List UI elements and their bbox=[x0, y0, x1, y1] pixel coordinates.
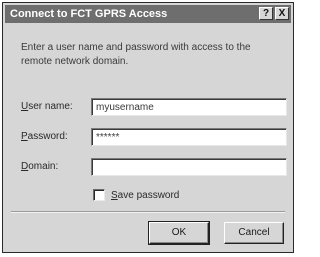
save-password-accesskey: S bbox=[111, 189, 118, 201]
cancel-button[interactable]: Cancel bbox=[224, 222, 284, 244]
intro-text: Enter a user name and password with acce… bbox=[21, 42, 251, 67]
save-password-checkbox[interactable] bbox=[93, 189, 105, 201]
password-label-accesskey: P bbox=[21, 131, 28, 142]
domain-label: Domain: bbox=[21, 161, 58, 172]
window-title: Connect to FCT GPRS Access bbox=[10, 8, 168, 20]
title-bar[interactable]: Connect to FCT GPRS Access ? X bbox=[5, 5, 291, 23]
save-password-text: ave password bbox=[117, 189, 180, 201]
domain-input[interactable] bbox=[91, 158, 287, 176]
domain-label-text: omain: bbox=[28, 161, 59, 172]
password-input[interactable]: ****** bbox=[91, 128, 287, 146]
save-password-row[interactable]: Save password bbox=[93, 189, 179, 201]
close-button[interactable]: X bbox=[275, 7, 289, 20]
username-input[interactable]: myusername bbox=[91, 98, 287, 116]
username-label: User name: bbox=[21, 101, 73, 112]
help-button[interactable]: ? bbox=[259, 7, 273, 20]
title-bar-buttons: ? X bbox=[259, 7, 289, 20]
password-label: Password: bbox=[21, 131, 68, 142]
connect-dialog: Connect to FCT GPRS Access ? X Enter a u… bbox=[2, 2, 294, 253]
password-label-text: assword: bbox=[27, 131, 68, 142]
ok-button[interactable]: OK bbox=[148, 221, 210, 245]
save-password-label: Save password bbox=[111, 190, 179, 201]
button-separator bbox=[11, 211, 285, 213]
username-label-text: ser name: bbox=[28, 101, 73, 112]
